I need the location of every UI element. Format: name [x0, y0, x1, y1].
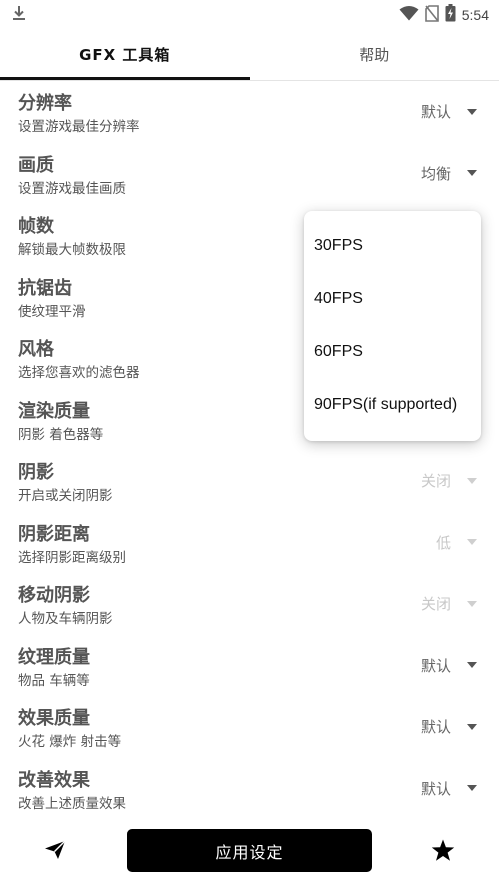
setting-subtitle: 人物及车辆阴影	[18, 611, 113, 627]
select-value: 默认	[420, 656, 451, 675]
select-value: 默认	[420, 718, 451, 736]
fps-dropdown-menu: 30FPS 40FPS 60FPS 90FPS(if supported)	[304, 211, 481, 441]
bottom-bar: 应用设定	[0, 822, 499, 887]
setting-texture-quality: 纹理质量 物品 车辆等 默认	[0, 636, 499, 698]
setting-improve-effects: 改善效果 改善上述质量效果 默认	[0, 759, 499, 821]
battery-charging-icon	[445, 4, 456, 26]
dropdown-arrow-icon	[467, 477, 477, 484]
dropdown-arrow-icon	[467, 785, 477, 791]
setting-title: 移动阴影	[18, 585, 90, 606]
clock: 5:54	[461, 7, 489, 23]
resolution-select[interactable]: 默认	[391, 101, 477, 122]
setting-title: 画质	[18, 154, 54, 176]
status-bar: 5:54	[0, 0, 499, 28]
star-icon[interactable]	[431, 839, 455, 866]
improve-effects-select[interactable]: 默认	[391, 778, 477, 799]
setting-graphics-quality: 画质 设置游戏最佳画质 均衡	[0, 144, 499, 206]
fps-option-90[interactable]: 90FPS(if supported)	[314, 396, 457, 414]
setting-subtitle: 选择阴影距离级别	[18, 549, 126, 566]
select-value: 默认	[420, 779, 451, 798]
setting-resolution: 分辨率 设置游戏最佳分辨率 默认	[0, 82, 499, 144]
dropdown-arrow-icon	[467, 539, 477, 545]
setting-subtitle: 物品 车辆等	[18, 672, 90, 689]
dropdown-arrow-icon	[467, 108, 477, 115]
setting-title: 改善效果	[18, 769, 90, 791]
setting-subtitle: 设置游戏最佳分辨率	[18, 119, 140, 135]
setting-subtitle: 改善上述质量效果	[18, 795, 126, 812]
shadow-distance-select: 低	[391, 532, 477, 553]
send-icon[interactable]	[44, 840, 66, 864]
shadow-select: 关闭	[391, 470, 477, 491]
setting-moving-shadow: 移动阴影 人物及车辆阴影 关闭	[0, 574, 499, 636]
setting-title: 阴影距离	[18, 523, 90, 545]
setting-shadow-distance: 阴影距离 选择阴影距离级别 低	[0, 513, 499, 575]
dropdown-arrow-icon	[467, 600, 477, 607]
fps-option-30[interactable]: 30FPS	[314, 237, 363, 255]
setting-title: 分辨率	[18, 93, 72, 114]
setting-title: 纹理质量	[18, 646, 90, 668]
tab-gfx-toolbox[interactable]: GFX 工具箱	[0, 28, 250, 80]
tab-bar: GFX 工具箱 帮助	[0, 28, 499, 80]
fps-option-60[interactable]: 60FPS	[314, 343, 363, 361]
dropdown-arrow-icon	[467, 170, 477, 176]
select-value: 默认	[420, 103, 451, 121]
download-icon	[12, 5, 26, 25]
setting-title: 效果质量	[18, 708, 90, 729]
graphics-quality-select[interactable]: 均衡	[391, 163, 477, 184]
dropdown-arrow-icon	[467, 723, 477, 730]
setting-effects-quality: 效果质量 火花 爆炸 射击等 默认	[0, 697, 499, 759]
setting-subtitle: 解锁最大帧数极限	[18, 242, 126, 258]
setting-shadow: 阴影 开启或关闭阴影 关闭	[0, 451, 499, 513]
dropdown-arrow-icon	[467, 662, 477, 668]
tab-help[interactable]: 帮助	[250, 28, 499, 80]
select-value: 关闭	[420, 472, 451, 490]
select-value: 低	[435, 533, 451, 552]
setting-subtitle: 火花 爆炸 射击等	[18, 734, 122, 750]
texture-quality-select[interactable]: 默认	[391, 655, 477, 676]
setting-subtitle: 使纹理平滑	[18, 303, 86, 320]
select-value: 关闭	[420, 595, 451, 613]
wifi-icon	[399, 5, 419, 25]
setting-title: 抗锯齿	[18, 277, 72, 299]
setting-title: 风格	[18, 339, 54, 360]
setting-subtitle: 设置游戏最佳画质	[18, 180, 126, 197]
effects-quality-select[interactable]: 默认	[391, 716, 477, 737]
tab-divider	[0, 80, 499, 81]
moving-shadow-select: 关闭	[391, 593, 477, 614]
no-sim-icon	[424, 4, 439, 26]
fps-option-40[interactable]: 40FPS	[314, 290, 363, 308]
setting-title: 阴影	[18, 462, 54, 483]
setting-title: 帧数	[18, 216, 54, 237]
setting-subtitle: 开启或关闭阴影	[18, 488, 113, 504]
select-value: 均衡	[420, 164, 451, 183]
setting-title: 渲染质量	[18, 400, 90, 422]
setting-subtitle: 阴影 着色器等	[18, 426, 104, 443]
settings-list: 分辨率 设置游戏最佳分辨率 默认 画质 设置游戏最佳画质 均衡 帧数 解锁最大帧…	[0, 82, 499, 820]
setting-subtitle: 选择您喜欢的滤色器	[18, 365, 140, 381]
apply-settings-button[interactable]: 应用设定	[127, 829, 372, 872]
